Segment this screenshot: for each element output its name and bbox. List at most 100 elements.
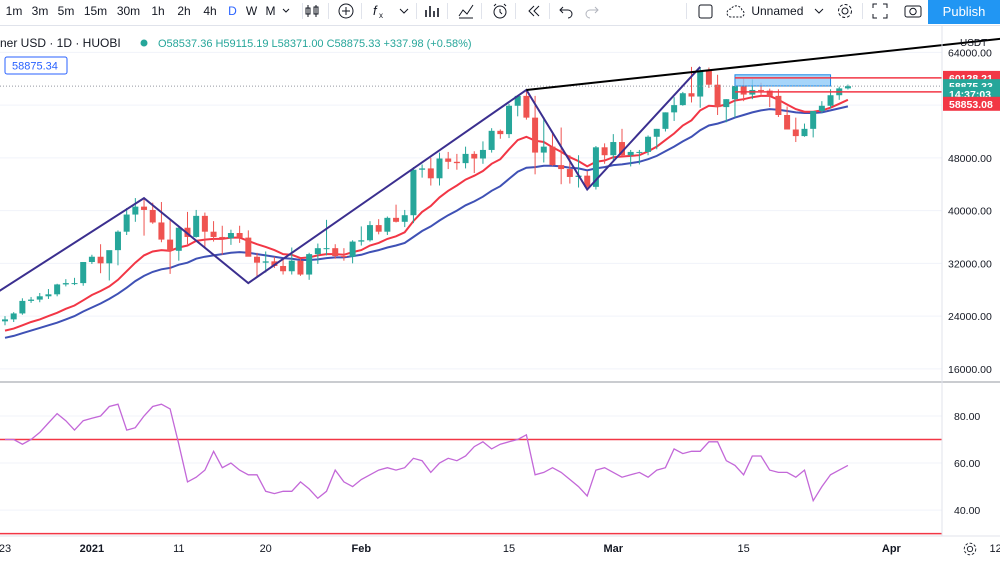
interval-1h[interactable]: 1h — [146, 0, 170, 22]
interval-2h[interactable]: 2h — [172, 0, 196, 22]
candle-body — [236, 233, 243, 238]
divider — [447, 3, 448, 19]
bars-indicator-icon[interactable] — [423, 2, 441, 20]
time-tick-label: Feb — [352, 543, 372, 555]
candle-body — [601, 147, 608, 156]
publish-button[interactable]: Publish — [928, 0, 1000, 24]
candle-body — [671, 105, 678, 113]
interval-30m[interactable]: 30m — [113, 0, 144, 22]
interval-3m[interactable]: 3m — [28, 0, 52, 22]
price-tick-label: 16000.00 — [948, 364, 992, 376]
redo-icon[interactable] — [583, 2, 601, 20]
candle-body — [375, 225, 382, 232]
candle-body — [471, 153, 478, 159]
candle-body — [219, 236, 226, 239]
candle-body — [479, 149, 486, 159]
fullscreen-icon[interactable] — [871, 2, 889, 20]
candle-body — [419, 168, 426, 170]
rsi-pane — [0, 403, 942, 535]
settings-icon[interactable] — [836, 2, 854, 20]
replay-icon[interactable] — [525, 2, 543, 20]
candle-body — [71, 283, 78, 285]
layout-name-button[interactable]: Unnamed — [726, 0, 803, 22]
zigzag-pattern[interactable] — [0, 66, 701, 293]
time-tick-label: 11 — [173, 543, 184, 555]
interval-1m[interactable]: 1m — [2, 0, 26, 22]
time-tick-label: 12 — [990, 543, 1000, 555]
candle-body — [427, 168, 434, 179]
time-tick-label: Apr — [882, 543, 902, 555]
candle-body — [349, 241, 356, 257]
fx-icon[interactable]: fx — [371, 2, 389, 20]
candle-body — [827, 95, 834, 106]
candle-body — [88, 256, 95, 263]
alert-clock-icon[interactable] — [491, 2, 509, 20]
candle-body — [818, 105, 825, 112]
candle-body — [610, 142, 617, 156]
interval-15m[interactable]: 15m — [80, 0, 111, 22]
candle-body — [645, 136, 652, 152]
rsi-grid — [0, 415, 942, 511]
candle-body — [366, 225, 373, 241]
candle-body — [175, 227, 182, 251]
candle-body — [410, 169, 417, 216]
divider — [515, 3, 516, 19]
plus-circle-icon[interactable] — [337, 2, 355, 20]
candle-body — [653, 128, 660, 137]
candle-body — [114, 231, 121, 251]
candle-body — [705, 70, 712, 85]
interval-w[interactable]: W — [243, 0, 260, 22]
candle-body — [488, 130, 495, 150]
ohlc-values: O58537.36 H59115.19 L58371.00 C58875.33 … — [158, 38, 472, 50]
interval-d[interactable]: D — [224, 0, 241, 22]
candle-body — [132, 206, 139, 215]
candle-body — [288, 260, 295, 272]
time-tick-label: 15 — [738, 543, 750, 555]
interval-4h[interactable]: 4h — [198, 0, 222, 22]
candle-body — [97, 256, 104, 264]
interval-m[interactable]: M — [262, 0, 279, 22]
rsi-line — [5, 403, 849, 503]
candle-body — [540, 146, 547, 153]
candles-icon[interactable] — [303, 2, 321, 20]
candle-body — [158, 222, 165, 240]
candle-body — [141, 206, 148, 210]
candle-body — [792, 129, 799, 137]
chevron-down-icon[interactable] — [810, 2, 828, 20]
candle-body — [784, 115, 791, 130]
axes: USDT64000.0056000.0048000.0040000.003200… — [0, 38, 1000, 555]
camera-icon[interactable] — [904, 2, 922, 20]
undo-icon[interactable] — [557, 2, 575, 20]
candle-body — [697, 70, 704, 97]
candle-body — [254, 256, 261, 263]
divider — [416, 3, 417, 19]
resistance-zone[interactable] — [734, 74, 832, 87]
divider — [549, 3, 550, 19]
templates-icon[interactable] — [457, 2, 475, 20]
candle-body — [80, 262, 87, 284]
candle-body — [758, 89, 765, 91]
candle-body — [54, 284, 61, 295]
candle-body — [775, 95, 782, 115]
candle-body — [297, 260, 304, 275]
symbol-title[interactable]: ner USD · 1D · HUOBI — [0, 36, 121, 50]
candle-body — [636, 151, 643, 153]
interval-5m[interactable]: 5m — [54, 0, 78, 22]
candle-body — [45, 294, 52, 297]
svg-text:x: x — [379, 11, 383, 20]
candle-body — [10, 313, 17, 320]
interval-dropdown-icon[interactable] — [279, 0, 293, 22]
price-tick-label: 40000.00 — [948, 206, 992, 218]
settings-gear-icon[interactable] — [963, 542, 977, 556]
chart-area[interactable]: USDT64000.0056000.0048000.0040000.003200… — [0, 26, 1000, 562]
candle-body — [306, 254, 313, 275]
candle-body — [558, 165, 565, 170]
checkbox-icon[interactable] — [697, 2, 715, 20]
candle-body — [106, 250, 113, 264]
rsi-tick-label: 60.00 — [954, 458, 980, 470]
candle-body — [167, 239, 174, 251]
drawings[interactable] — [0, 37, 1000, 293]
price-tick-label: 24000.00 — [948, 311, 992, 323]
chevron-down-icon[interactable] — [395, 2, 413, 20]
candle-body — [679, 93, 686, 106]
